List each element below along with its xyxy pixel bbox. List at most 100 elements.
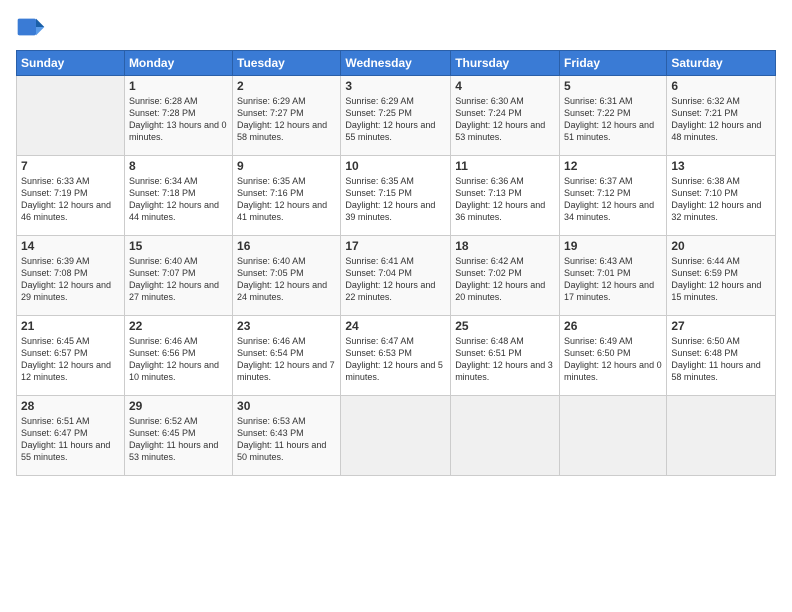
day-cell: 10Sunrise: 6:35 AMSunset: 7:15 PMDayligh… [341,156,451,236]
day-number: 5 [564,79,662,93]
day-cell: 5 Sunrise: 6:31 AMSunset: 7:22 PMDaylight… [560,76,667,156]
day-info: Sunrise: 6:29 AMSunset: 7:25 PMDaylight:… [345,95,446,144]
day-info: Sunrise: 6:30 AMSunset: 7:24 PMDaylight:… [455,95,555,144]
week-row-3: 14Sunrise: 6:39 AMSunset: 7:08 PMDayligh… [17,236,776,316]
day-cell: 9 Sunrise: 6:35 AMSunset: 7:16 PMDaylight… [233,156,341,236]
day-info: Sunrise: 6:37 AMSunset: 7:12 PMDaylight:… [564,175,662,224]
day-info: Sunrise: 6:50 AMSunset: 6:48 PMDaylight:… [671,335,771,384]
day-number: 12 [564,159,662,173]
day-cell: 22 Sunrise: 6:46 AMSunset: 6:56 PMDayligh… [124,316,232,396]
day-cell: 23 Sunrise: 6:46 AMSunset: 6:54 PMDayligh… [233,316,341,396]
day-info: Sunrise: 6:46 AMSunset: 6:54 PMDaylight:… [237,335,336,384]
day-number: 17 [345,239,446,253]
day-cell: 17 Sunrise: 6:41 AMSunset: 7:04 PMDayligh… [341,236,451,316]
day-number: 7 [21,159,120,173]
day-number: 16 [237,239,336,253]
weekday-header-thursday: Thursday [451,51,560,76]
day-info: Sunrise: 6:38 AMSunset: 7:10 PMDaylight:… [671,175,771,224]
day-cell: 28 Sunrise: 6:51 AMSunset: 6:47 PMDayligh… [17,396,125,476]
day-cell: 26 Sunrise: 6:49 AMSunset: 6:50 PMDayligh… [560,316,667,396]
day-info: Sunrise: 6:42 AMSunset: 7:02 PMDaylight:… [455,255,555,304]
day-cell: 19 Sunrise: 6:43 AMSunset: 7:01 PMDayligh… [560,236,667,316]
day-info: Sunrise: 6:44 AMSunset: 6:59 PMDaylight:… [671,255,771,304]
day-cell: 24 Sunrise: 6:47 AMSunset: 6:53 PMDayligh… [341,316,451,396]
day-cell [667,396,776,476]
day-cell [341,396,451,476]
day-info: Sunrise: 6:45 AMSunset: 6:57 PMDaylight:… [21,335,120,384]
day-info: Sunrise: 6:51 AMSunset: 6:47 PMDaylight:… [21,415,120,464]
day-number: 29 [129,399,228,413]
day-cell: 7Sunrise: 6:33 AMSunset: 7:19 PMDaylight… [17,156,125,236]
weekday-header-monday: Monday [124,51,232,76]
day-cell: 25Sunrise: 6:48 AMSunset: 6:51 PMDayligh… [451,316,560,396]
day-info: Sunrise: 6:36 AMSunset: 7:13 PMDaylight:… [455,175,555,224]
day-number: 1 [129,79,228,93]
day-number: 30 [237,399,336,413]
week-row-2: 7Sunrise: 6:33 AMSunset: 7:19 PMDaylight… [17,156,776,236]
day-cell: 21 Sunrise: 6:45 AMSunset: 6:57 PMDayligh… [17,316,125,396]
day-number: 3 [345,79,446,93]
day-cell: 16 Sunrise: 6:40 AMSunset: 7:05 PMDayligh… [233,236,341,316]
day-cell: 1 Sunrise: 6:28 AMSunset: 7:28 PMDaylight… [124,76,232,156]
day-info: Sunrise: 6:46 AMSunset: 6:56 PMDaylight:… [129,335,228,384]
day-info: Sunrise: 6:47 AMSunset: 6:53 PMDaylight:… [345,335,446,384]
page: SundayMondayTuesdayWednesdayThursdayFrid… [0,0,792,612]
day-cell: 8Sunrise: 6:34 AMSunset: 7:18 PMDaylight… [124,156,232,236]
day-info: Sunrise: 6:29 AMSunset: 7:27 PMDaylight:… [237,95,336,144]
day-number: 2 [237,79,336,93]
day-cell: 15 Sunrise: 6:40 AMSunset: 7:07 PMDayligh… [124,236,232,316]
day-info: Sunrise: 6:35 AMSunset: 7:16 PMDaylight:… [237,175,336,224]
day-cell: 29 Sunrise: 6:52 AMSunset: 6:45 PMDayligh… [124,396,232,476]
day-number: 25 [455,319,555,333]
day-number: 26 [564,319,662,333]
day-info: Sunrise: 6:40 AMSunset: 7:05 PMDaylight:… [237,255,336,304]
day-info: Sunrise: 6:41 AMSunset: 7:04 PMDaylight:… [345,255,446,304]
weekday-header-tuesday: Tuesday [233,51,341,76]
day-cell [17,76,125,156]
day-cell: 14Sunrise: 6:39 AMSunset: 7:08 PMDayligh… [17,236,125,316]
day-number: 27 [671,319,771,333]
day-number: 9 [237,159,336,173]
day-number: 22 [129,319,228,333]
day-info: Sunrise: 6:40 AMSunset: 7:07 PMDaylight:… [129,255,228,304]
day-number: 21 [21,319,120,333]
day-cell: 27 Sunrise: 6:50 AMSunset: 6:48 PMDayligh… [667,316,776,396]
day-number: 6 [671,79,771,93]
day-cell [451,396,560,476]
day-cell: 30 Sunrise: 6:53 AMSunset: 6:43 PMDayligh… [233,396,341,476]
day-cell: 2 Sunrise: 6:29 AMSunset: 7:27 PMDaylight… [233,76,341,156]
day-cell [560,396,667,476]
day-number: 28 [21,399,120,413]
weekday-header-sunday: Sunday [17,51,125,76]
day-number: 20 [671,239,771,253]
day-number: 19 [564,239,662,253]
calendar: SundayMondayTuesdayWednesdayThursdayFrid… [16,50,776,476]
week-row-4: 21 Sunrise: 6:45 AMSunset: 6:57 PMDayligh… [17,316,776,396]
day-cell: 12 Sunrise: 6:37 AMSunset: 7:12 PMDayligh… [560,156,667,236]
day-number: 13 [671,159,771,173]
day-info: Sunrise: 6:31 AMSunset: 7:22 PMDaylight:… [564,95,662,144]
day-cell: 11 Sunrise: 6:36 AMSunset: 7:13 PMDayligh… [451,156,560,236]
day-info: Sunrise: 6:28 AMSunset: 7:28 PMDaylight:… [129,95,228,144]
day-number: 11 [455,159,555,173]
day-number: 24 [345,319,446,333]
day-number: 18 [455,239,555,253]
day-info: Sunrise: 6:53 AMSunset: 6:43 PMDaylight:… [237,415,336,464]
day-info: Sunrise: 6:49 AMSunset: 6:50 PMDaylight:… [564,335,662,384]
day-number: 14 [21,239,120,253]
day-cell: 3 Sunrise: 6:29 AMSunset: 7:25 PMDaylight… [341,76,451,156]
week-row-1: 1 Sunrise: 6:28 AMSunset: 7:28 PMDaylight… [17,76,776,156]
header [16,12,776,42]
day-info: Sunrise: 6:43 AMSunset: 7:01 PMDaylight:… [564,255,662,304]
day-cell: 13 Sunrise: 6:38 AMSunset: 7:10 PMDayligh… [667,156,776,236]
weekday-header-saturday: Saturday [667,51,776,76]
day-number: 8 [129,159,228,173]
day-number: 23 [237,319,336,333]
day-number: 15 [129,239,228,253]
day-info: Sunrise: 6:32 AMSunset: 7:21 PMDaylight:… [671,95,771,144]
weekday-header-row: SundayMondayTuesdayWednesdayThursdayFrid… [17,51,776,76]
day-cell: 20 Sunrise: 6:44 AMSunset: 6:59 PMDayligh… [667,236,776,316]
day-cell: 18 Sunrise: 6:42 AMSunset: 7:02 PMDayligh… [451,236,560,316]
day-number: 4 [455,79,555,93]
day-info: Sunrise: 6:52 AMSunset: 6:45 PMDaylight:… [129,415,228,464]
